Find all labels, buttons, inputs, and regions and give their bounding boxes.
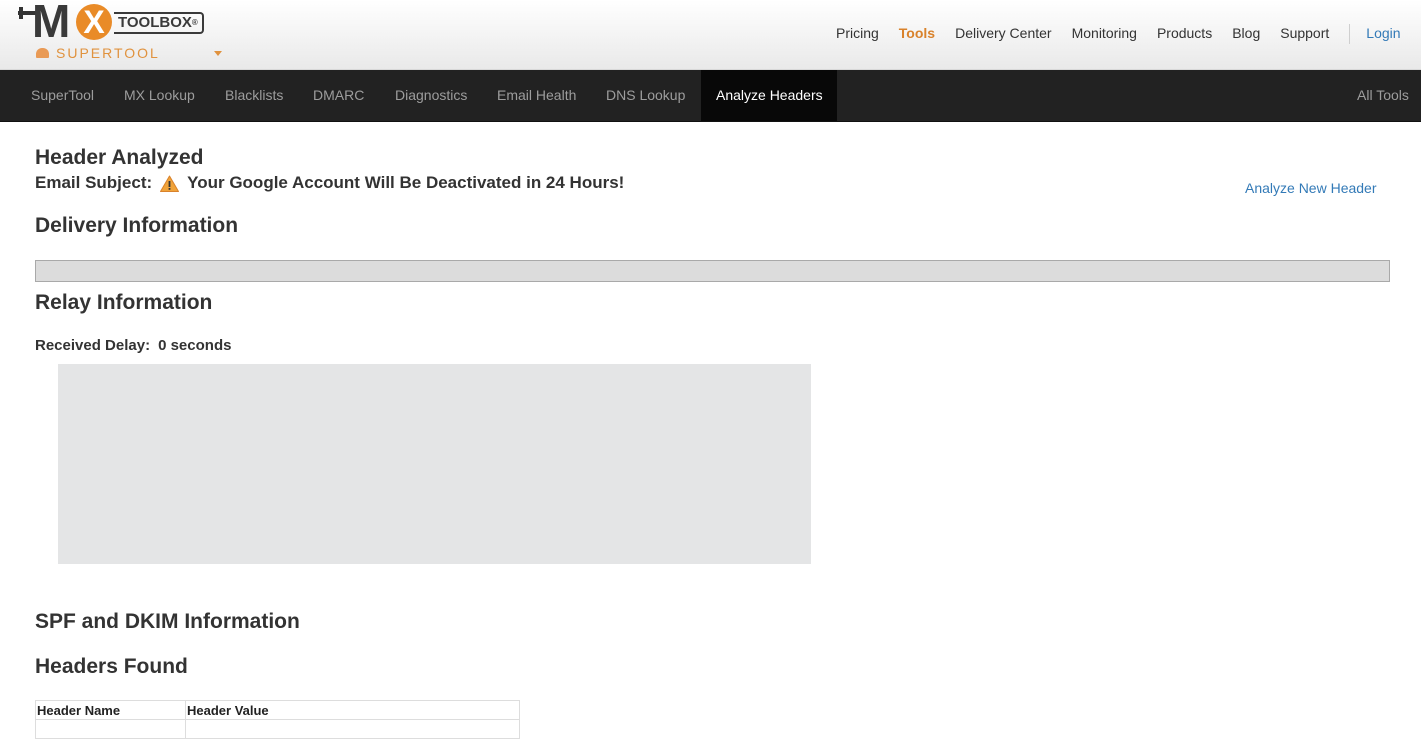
received-delay-row: Received Delay: 0 seconds [35,337,231,354]
tab-mx-lookup[interactable]: MX Lookup [109,70,210,121]
tab-all-tools[interactable]: All Tools [1342,70,1421,121]
tab-dns-lookup[interactable]: DNS Lookup [591,70,700,121]
tab-dmarc[interactable]: DMARC [298,70,379,121]
top-nav-delivery-center[interactable]: Delivery Center [955,24,1051,44]
warning-icon [160,175,180,192]
logo-wordmark: TOOLBOX® [114,12,204,34]
relay-information-heading: Relay Information [35,291,213,314]
logo-registered: ® [191,18,198,27]
logo-bar-end-decoration [19,7,23,19]
top-nav-divider [1349,24,1351,44]
delivery-information-heading: Delivery Information [35,214,239,237]
headers-found-heading: Headers Found [35,655,188,678]
logo-x-letter: X [76,4,112,40]
top-nav-monitoring[interactable]: Monitoring [1072,24,1137,44]
top-nav-tools[interactable]: Tools [899,24,935,44]
page-title: Header Analyzed [35,146,204,169]
login-link[interactable]: Login [1366,24,1400,44]
received-delay-label: Received Delay: [35,337,151,354]
email-subject-label: Email Subject: [35,173,153,192]
site-header: M X TOOLBOX® SUPERTOOL Pricing Tools Del… [0,0,1421,70]
received-delay-value: 0 seconds [158,337,232,354]
top-nav: Pricing Tools Delivery Center Monitoring… [826,24,1411,44]
delivery-information-bar [35,260,1390,282]
top-nav-support[interactable]: Support [1280,24,1329,44]
tool-tab-bar: SuperTool MX Lookup Blacklists DMARC Dia… [0,70,1421,122]
headers-table-header-row: Header Name Header Value [35,700,520,720]
tab-email-health[interactable]: Email Health [482,70,591,121]
headers-table: Header Name Header Value [35,700,520,739]
tab-blacklists[interactable]: Blacklists [210,70,298,121]
tab-analyze-headers[interactable]: Analyze Headers [701,70,837,121]
logo-mark: M [32,0,70,47]
tab-supertool[interactable]: SuperTool [16,70,109,121]
tab-diagnostics[interactable]: Diagnostics [380,70,482,121]
email-subject-row: Email Subject: Your Google Account Will … [35,173,624,193]
column-header-value: Header Value [185,700,520,720]
helmet-icon [36,48,49,58]
top-nav-blog[interactable]: Blog [1232,24,1260,44]
table-cell [35,719,186,739]
analyze-new-header-link[interactable]: Analyze New Header [1245,180,1377,196]
supertool-dropdown[interactable]: SUPERTOOL [36,44,226,62]
relay-chart-placeholder [58,364,811,564]
logo-wordmark-text: TOOLBOX [118,14,192,31]
caret-down-icon [214,51,222,56]
table-cell [185,719,520,739]
spf-dkim-heading: SPF and DKIM Information [35,610,300,633]
column-header-name: Header Name [35,700,186,720]
top-nav-products[interactable]: Products [1157,24,1212,44]
email-subject-value: Your Google Account Will Be Deactivated … [187,173,625,192]
table-row [35,719,520,739]
top-nav-pricing[interactable]: Pricing [836,24,879,44]
supertool-label: SUPERTOOL [56,45,160,61]
